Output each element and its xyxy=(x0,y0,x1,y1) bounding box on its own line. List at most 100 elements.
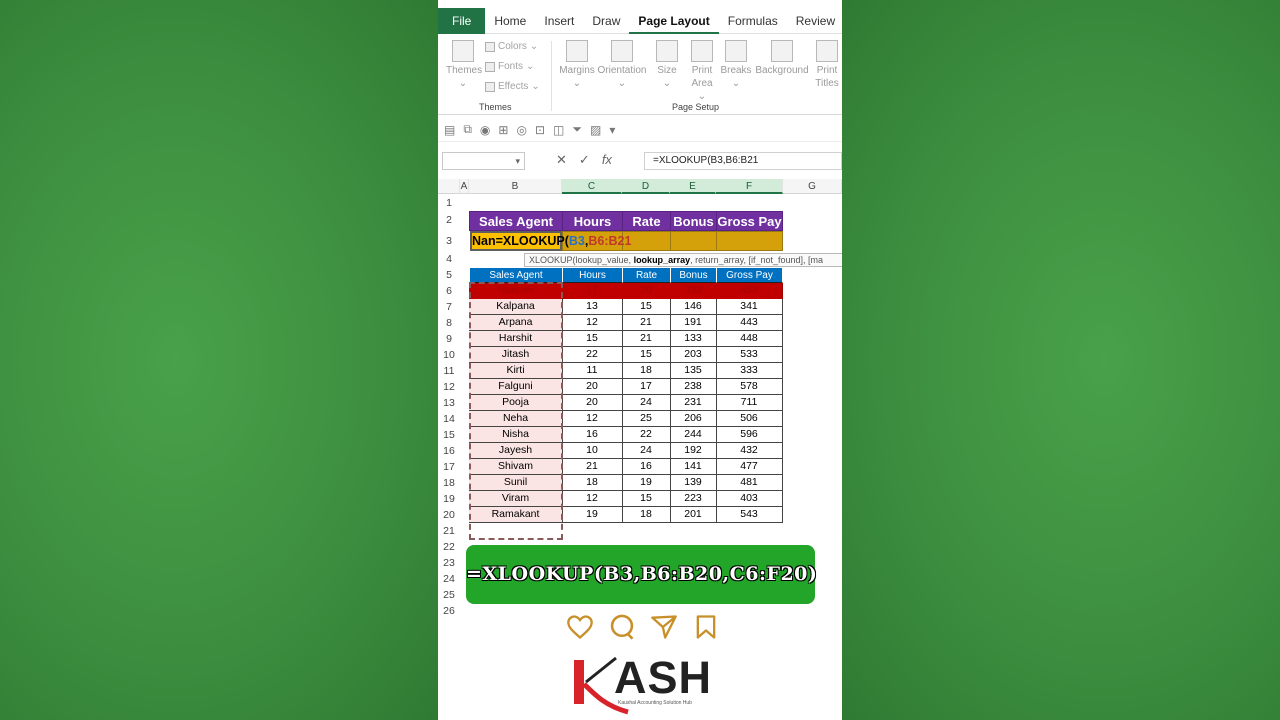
table-cell-bonus[interactable]: 135 xyxy=(670,363,717,379)
lookup-result-bonus[interactable] xyxy=(670,231,717,251)
row-header[interactable]: 21 xyxy=(438,523,460,539)
fx-icon[interactable]: fx xyxy=(602,152,612,168)
column-header-b[interactable]: B xyxy=(469,179,562,194)
row-header[interactable]: 18 xyxy=(438,475,460,491)
table-cell-bonus[interactable]: 139 xyxy=(670,475,717,491)
table-cell-rate[interactable]: 15 xyxy=(622,347,671,363)
row-header[interactable]: 10 xyxy=(438,347,460,363)
table-cell-hours[interactable]: 12 xyxy=(562,315,623,331)
themes-button[interactable]: Themes ⌄ xyxy=(446,40,482,90)
table-cell-gross-pay[interactable]: 432 xyxy=(716,443,783,459)
data-header-gross-pay[interactable]: Gross Pay xyxy=(716,267,783,283)
table-cell-hours[interactable]: 18 xyxy=(562,475,623,491)
row-header[interactable]: 13 xyxy=(438,395,460,411)
lookup-header-bonus[interactable]: Bonus xyxy=(670,211,717,231)
table-cell-rate[interactable]: 20 xyxy=(622,283,671,299)
table-cell-hours[interactable]: 17 xyxy=(562,283,623,299)
table-cell-gross-pay[interactable]: 333 xyxy=(716,363,783,379)
row-header[interactable]: 3 xyxy=(438,233,460,249)
table-cell-bonus[interactable]: 146 xyxy=(670,299,717,315)
filter-icon[interactable]: ⏷ xyxy=(572,122,582,137)
data-header-bonus[interactable]: Bonus xyxy=(670,267,717,283)
table-cell-rate[interactable]: 22 xyxy=(622,427,671,443)
table-cell-agent[interactable]: Jayesh xyxy=(469,443,563,459)
margins-button[interactable]: Margins ⌄ xyxy=(558,40,596,90)
comment-icon[interactable] xyxy=(608,613,636,641)
row-header[interactable]: 4 xyxy=(438,251,460,267)
row-header[interactable]: 19 xyxy=(438,491,460,507)
colors-button[interactable]: Colors ⌄ xyxy=(485,41,538,52)
table-cell-agent[interactable]: Neha xyxy=(469,411,563,427)
row-header[interactable]: 11 xyxy=(438,363,460,379)
row-header[interactable]: 23 xyxy=(438,555,460,571)
row-header[interactable]: 6 xyxy=(438,283,460,299)
row-header[interactable]: 20 xyxy=(438,507,460,523)
cancel-icon[interactable]: ✕ xyxy=(556,152,567,168)
form-icon[interactable]: ▤ xyxy=(444,123,455,137)
table-cell-rate[interactable]: 24 xyxy=(622,443,671,459)
table-cell-hours[interactable]: 22 xyxy=(562,347,623,363)
row-header[interactable]: 26 xyxy=(438,603,460,619)
tab-file[interactable]: File xyxy=(438,7,486,34)
table-cell-rate[interactable]: 17 xyxy=(622,379,671,395)
lookup-header-agent[interactable]: Sales Agent xyxy=(469,211,563,231)
table-cell-hours[interactable]: 15 xyxy=(562,331,623,347)
row-header[interactable]: 17 xyxy=(438,459,460,475)
customize-icon[interactable]: ▾ xyxy=(609,123,615,137)
breaks-button[interactable]: Breaks ⌄ xyxy=(720,40,752,90)
tab-page-layout[interactable]: Page Layout xyxy=(629,8,719,34)
table-cell-agent[interactable]: Jitash xyxy=(469,347,563,363)
row-header[interactable]: 5 xyxy=(438,267,460,283)
table-cell-gross-pay[interactable]: 596 xyxy=(716,427,783,443)
table-cell-rate[interactable]: 21 xyxy=(622,331,671,347)
table-cell-agent[interactable]: Nisha xyxy=(469,427,563,443)
data-header-hours[interactable]: Hours xyxy=(562,267,623,283)
circle-icon[interactable]: ◎ xyxy=(516,123,526,137)
name-box[interactable]: ▾ xyxy=(442,152,525,170)
effects-button[interactable]: Effects ⌄ xyxy=(485,81,540,92)
table-cell-rate[interactable]: 15 xyxy=(622,299,671,315)
table-cell-hours[interactable]: 21 xyxy=(562,459,623,475)
orientation-button[interactable]: Orientation ⌄ xyxy=(596,40,648,90)
formula-input[interactable]: =XLOOKUP(B3,B6:B21 xyxy=(644,152,842,170)
tab-formulas[interactable]: Formulas xyxy=(719,8,787,34)
table-cell-hours[interactable]: 12 xyxy=(562,411,623,427)
column-header-e[interactable]: E xyxy=(670,179,716,194)
tab-insert[interactable]: Insert xyxy=(535,8,583,34)
column-header-c[interactable]: C xyxy=(562,179,622,194)
table-cell-bonus[interactable]: 238 xyxy=(670,379,717,395)
table-cell-agent[interactable]: Nandini xyxy=(469,283,563,299)
row-header[interactable]: 12 xyxy=(438,379,460,395)
row-header[interactable]: 8 xyxy=(438,315,460,331)
share-icon[interactable] xyxy=(650,613,678,641)
bookmark-icon[interactable] xyxy=(692,613,720,641)
table-cell-gross-pay[interactable]: 341 xyxy=(716,299,783,315)
table-cell-agent[interactable]: Ramakant xyxy=(469,507,563,523)
table-cell-agent[interactable]: Kirti xyxy=(469,363,563,379)
row-header[interactable]: 24 xyxy=(438,571,460,587)
table-cell-agent[interactable]: Harshit xyxy=(469,331,563,347)
table-cell-rate[interactable]: 25 xyxy=(622,411,671,427)
table-cell-hours[interactable]: 20 xyxy=(562,395,623,411)
table-cell-gross-pay[interactable]: 578 xyxy=(716,379,783,395)
view-icon[interactable]: ◉ xyxy=(480,123,490,137)
table-cell-bonus[interactable]: 206 xyxy=(670,411,717,427)
table-cell-rate[interactable]: 24 xyxy=(622,395,671,411)
background-button[interactable]: Background xyxy=(754,40,810,77)
table-cell-rate[interactable]: 18 xyxy=(622,507,671,523)
column-header-d[interactable]: D xyxy=(622,179,670,194)
column-header-g[interactable]: G xyxy=(783,179,842,194)
row-header[interactable]: 7 xyxy=(438,299,460,315)
row-header[interactable]: 22 xyxy=(438,539,460,555)
active-formula-cell[interactable]: Nan=XLOOKUP(B3,B6:B21 xyxy=(470,231,631,251)
table-cell-bonus[interactable]: 223 xyxy=(670,491,717,507)
table-cell-gross-pay[interactable]: 543 xyxy=(716,507,783,523)
print-area-button[interactable]: Print Area ⌄ xyxy=(686,40,718,103)
table-cell-gross-pay[interactable]: 448 xyxy=(716,331,783,347)
table-cell-agent[interactable]: Sunil xyxy=(469,475,563,491)
table-cell-bonus[interactable]: 231 xyxy=(670,395,717,411)
tab-home[interactable]: Home xyxy=(485,8,535,34)
table-cell-bonus[interactable]: 333 xyxy=(670,283,717,299)
table-cell-hours[interactable]: 13 xyxy=(562,299,623,315)
row-header[interactable]: 25 xyxy=(438,587,460,603)
